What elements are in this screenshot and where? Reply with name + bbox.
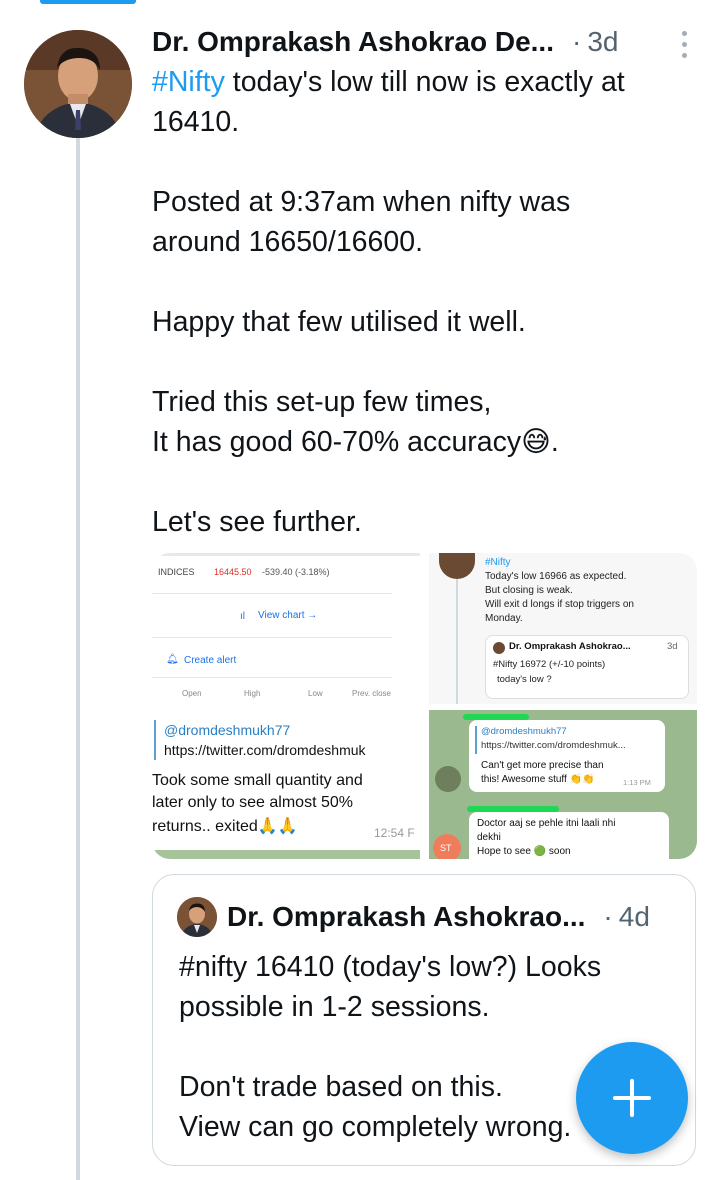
- reply-url: https://twitter.com/dromdeshmuk...: [481, 740, 626, 751]
- tweet-header: Dr. Omprakash Ashokrao De... · 3d: [152, 22, 700, 62]
- chat-text-line: returns.. exited🙏🙏: [152, 818, 298, 835]
- col-low: Low: [308, 689, 323, 698]
- tweet-text-line: Today's low 16966 as expected.: [485, 571, 627, 582]
- col-open: Open: [182, 689, 202, 698]
- quote-time: 3d: [667, 641, 678, 652]
- chat-text-line: Hope to see 🟢 soon: [477, 846, 571, 857]
- quote-text-line: #Nifty 16972 (+/-10 points): [493, 659, 606, 670]
- tweet-text-line: Happy that few utilised it well.: [152, 306, 526, 338]
- chat-text-line: later only to see almost 50%: [152, 794, 353, 811]
- tweet-text-line: Let's see further.: [152, 506, 362, 538]
- reply-handle: @dromdeshmukh77: [164, 722, 291, 738]
- index-price: 16445.50: [214, 567, 252, 577]
- chat-time: 1:13 PM: [623, 778, 651, 787]
- tweet-text-line: Tried this set-up few times,: [152, 386, 492, 418]
- media-image-2[interactable]: #Nifty Today's low 16966 as expected. Bu…: [429, 553, 697, 704]
- separator-dot: ·: [572, 26, 582, 57]
- tweet-text-line: Posted at 9:37am when nifty was: [152, 186, 571, 218]
- author-avatar[interactable]: [24, 30, 132, 138]
- quote-author-avatar: [177, 897, 217, 937]
- thread-line: [76, 138, 80, 1180]
- media-image-4[interactable]: @dromdeshmukh77 https://twitter.com/drom…: [429, 710, 697, 859]
- tweet-text-line: 16410.: [152, 106, 240, 138]
- timestamp[interactable]: 3d: [587, 26, 618, 58]
- tweet-text-line: today's low till now is exactly at: [224, 66, 625, 98]
- chat-text-line: Doctor aaj se pehle itni laali nhi: [477, 818, 616, 829]
- tweet-text-line: Monday.: [485, 613, 523, 624]
- quote-author-name[interactable]: Dr. Omprakash Ashokrao...: [227, 901, 585, 933]
- indices-label: INDICES: [158, 567, 195, 577]
- tweet-text-line: around 16650/16600.: [152, 226, 424, 258]
- view-chart-link: View chart →: [258, 610, 318, 621]
- bell-icon: 🔔︎: [166, 654, 179, 665]
- tweet[interactable]: Dr. Omprakash Ashokrao De... · 3d #Nifty…: [152, 22, 700, 542]
- quote-text-line: #nifty 16410 (today's low?) Looks: [179, 951, 602, 983]
- more-vertical-icon[interactable]: [672, 28, 696, 60]
- chat-text-line: this! Awesome stuff 👏👏: [481, 774, 595, 785]
- quote-text-line: today's low ?: [497, 674, 552, 685]
- author-name[interactable]: Dr. Omprakash Ashokrao De...: [152, 26, 554, 58]
- reply-url: https://twitter.com/dromdeshmuk: [164, 742, 366, 758]
- hashtag-link: #Nifty: [485, 557, 511, 568]
- index-change: -539.40 (-3.18%): [262, 567, 330, 577]
- avatar: [493, 642, 505, 654]
- hashtag-link[interactable]: #Nifty: [152, 66, 225, 98]
- quote-author: Dr. Omprakash Ashokrao...: [509, 641, 631, 652]
- chat-text-line: Took some small quantity and: [152, 772, 363, 789]
- tab-indicator: [40, 0, 136, 4]
- chart-icon: ıl: [240, 611, 245, 622]
- create-alert-link: Create alert: [184, 655, 237, 666]
- media-image-3[interactable]: @dromdeshmukh77 https://twitter.com/drom…: [152, 710, 420, 859]
- col-prev-close: Prev. close: [352, 689, 391, 698]
- tweet-text-line: But closing is weak.: [485, 585, 573, 596]
- col-high: High: [244, 689, 261, 698]
- reply-handle: @dromdeshmukh77: [481, 726, 567, 737]
- compose-tweet-button[interactable]: [576, 1042, 688, 1154]
- quote-timestamp[interactable]: 4d: [619, 901, 650, 933]
- avatar: [435, 766, 461, 792]
- tweet-text-line: Will exit d longs if stop triggers on: [485, 599, 634, 610]
- tweet-text-line: It has good 60-70% accuracy😅.: [152, 426, 559, 458]
- chat-time: 12:54 F: [374, 826, 415, 840]
- quote-header: Dr. Omprakash Ashokrao... · 4d: [227, 897, 650, 937]
- media-grid: INDICES 16445.50 -539.40 (-3.18%) ıl Vie…: [152, 553, 697, 859]
- tweet-text: #Nifty today's low till now is exactly a…: [152, 62, 700, 542]
- media-image-1[interactable]: INDICES 16445.50 -539.40 (-3.18%) ıl Vie…: [152, 553, 420, 704]
- avatar: [439, 553, 475, 579]
- separator-dot: ·: [603, 901, 613, 932]
- chat-text-line: Can't get more precise than: [481, 760, 604, 771]
- avatar-initials: ST: [440, 843, 452, 853]
- quote-text-line: possible in 1-2 sessions.: [179, 991, 490, 1023]
- plus-icon: [613, 1079, 651, 1117]
- chat-text-line: dekhi: [477, 832, 501, 843]
